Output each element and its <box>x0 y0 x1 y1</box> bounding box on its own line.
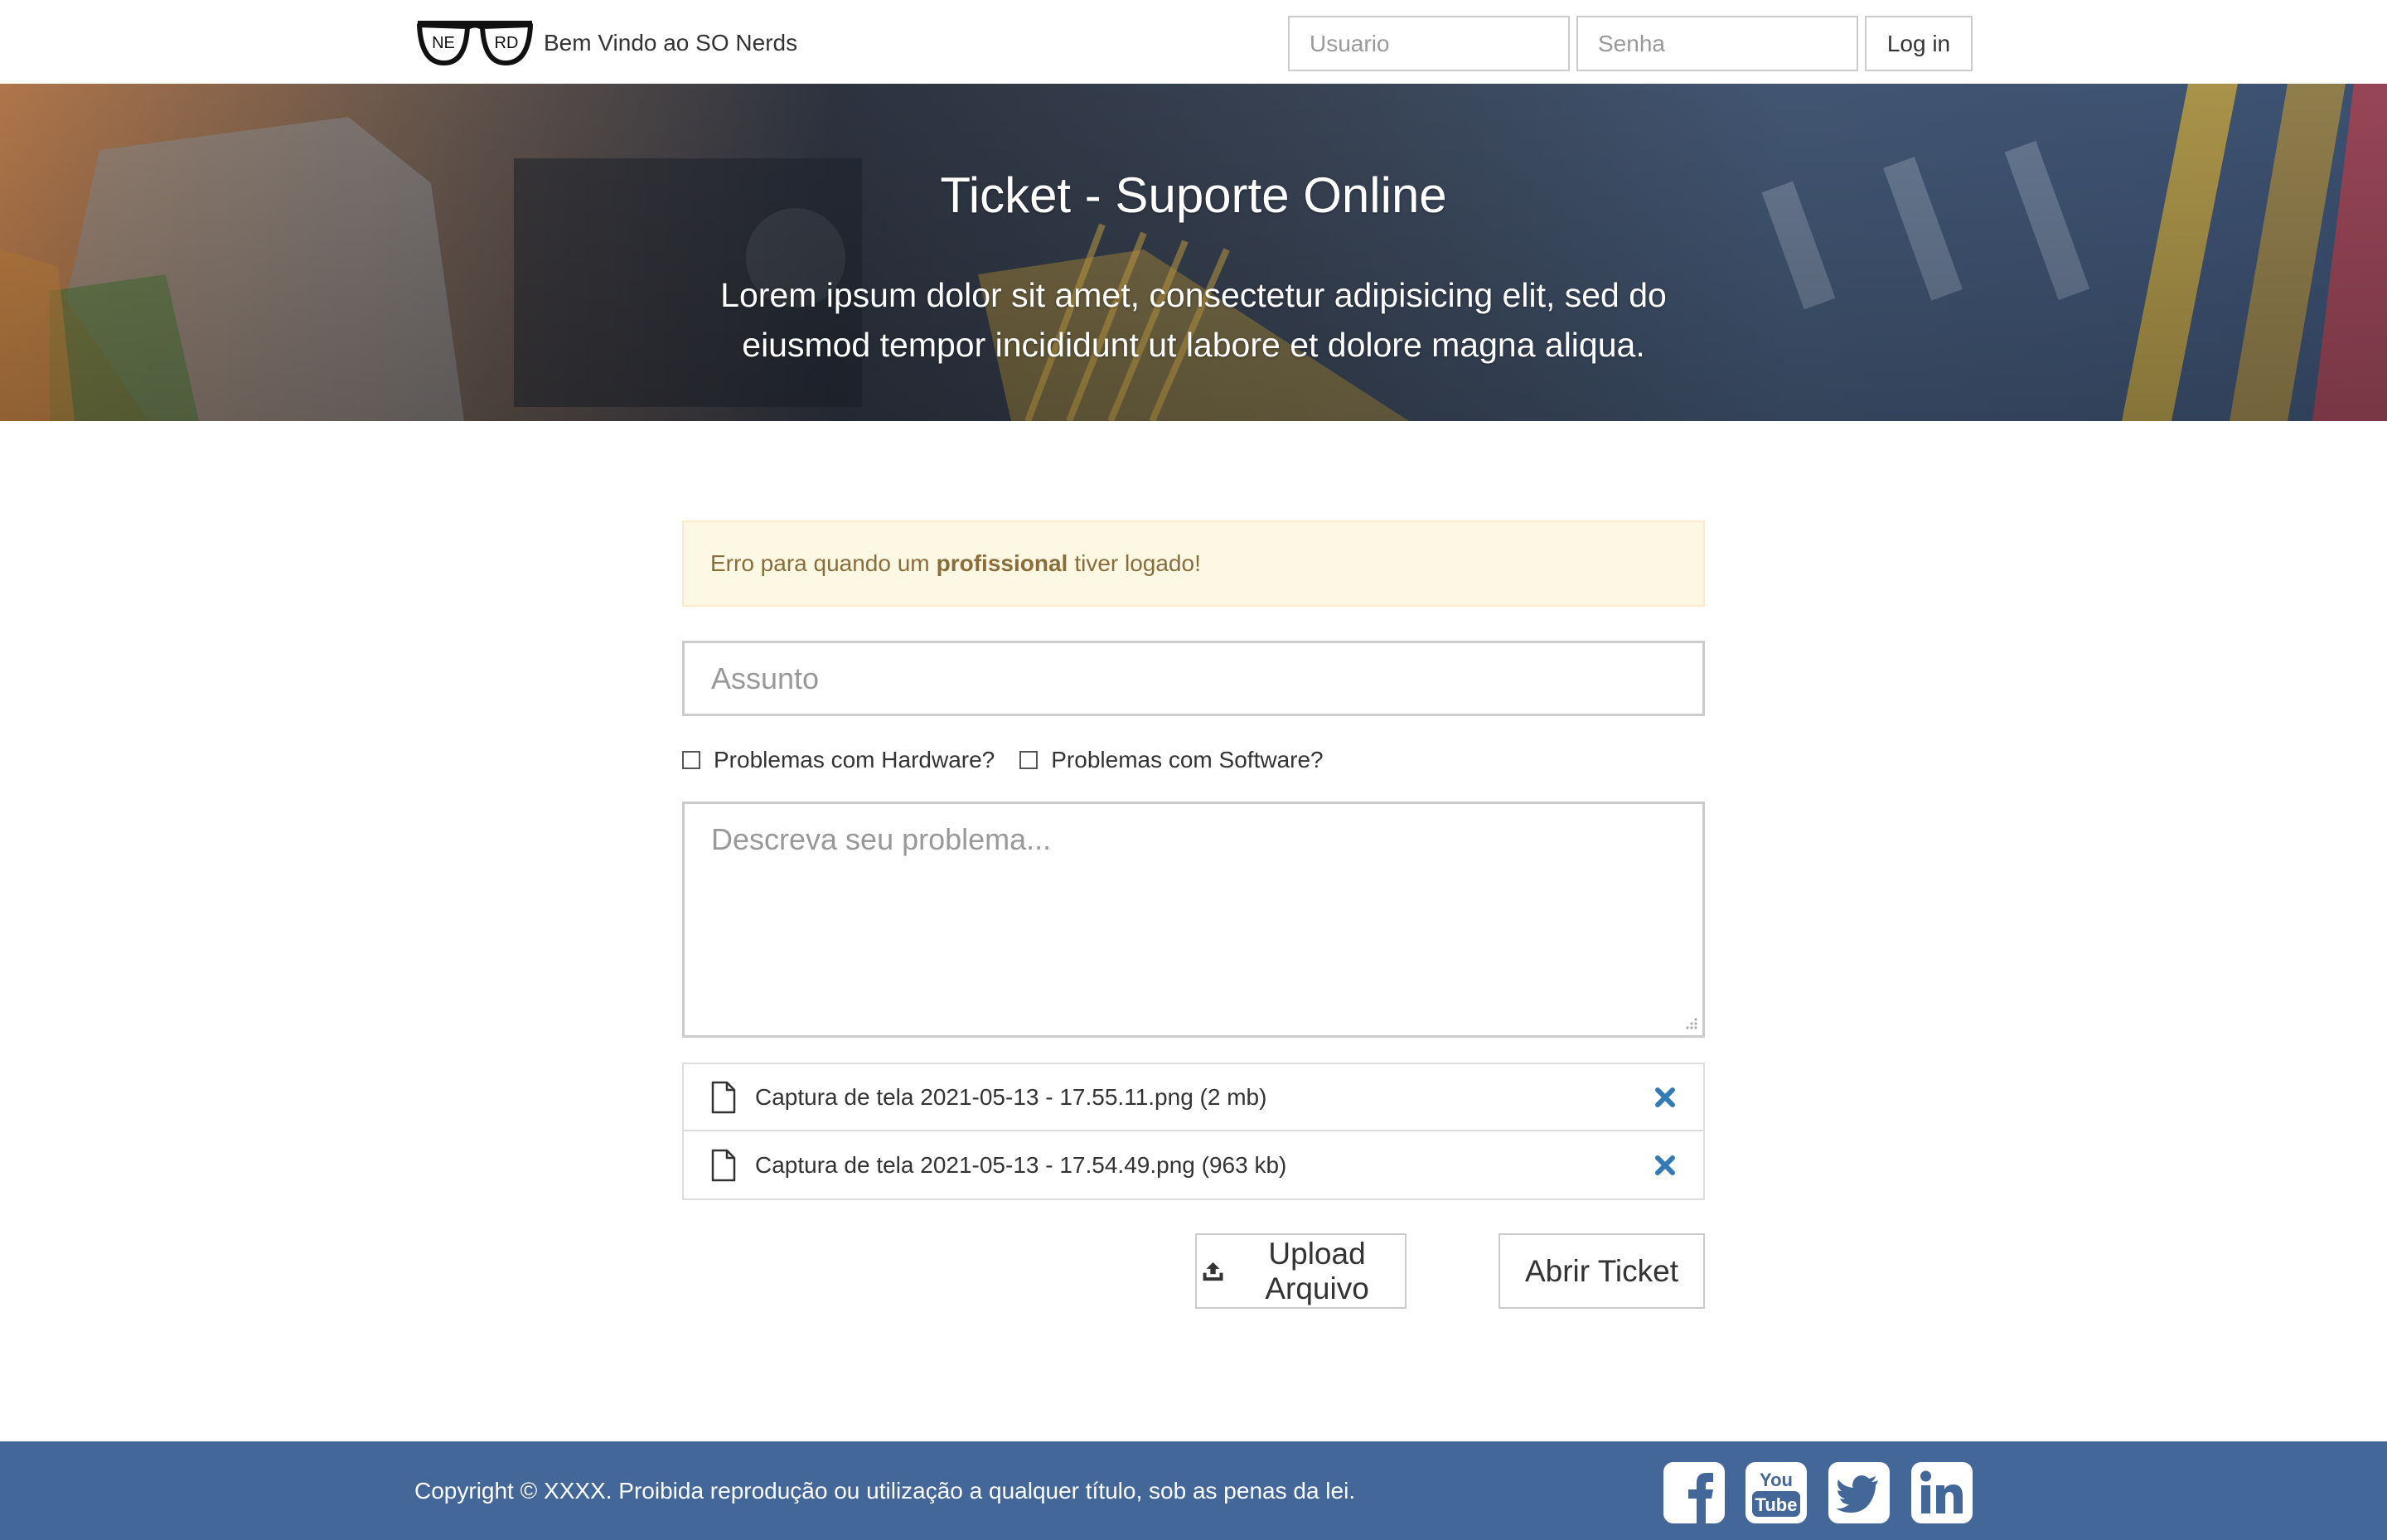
remove-file-icon[interactable] <box>1653 1154 1677 1177</box>
youtube-icon-text-top: You <box>1760 1470 1793 1490</box>
remove-file-icon[interactable] <box>1653 1086 1677 1109</box>
hardware-checkbox-label: Problemas com Hardware? <box>714 747 995 772</box>
facebook-icon[interactable] <box>1663 1462 1725 1523</box>
twitter-icon[interactable] <box>1828 1462 1890 1523</box>
upload-icon <box>1203 1262 1223 1281</box>
resize-grip-icon[interactable] <box>1683 1015 1699 1031</box>
file-icon <box>711 1149 736 1181</box>
warning-alert: Erro para quando um profissional tiver l… <box>682 521 1705 607</box>
open-ticket-button[interactable]: Abrir Ticket <box>1499 1233 1705 1309</box>
hero-banner: Ticket - Suporte Online Lorem ipsum dolo… <box>0 84 2387 421</box>
checkbox-box[interactable] <box>1019 751 1039 769</box>
youtube-icon-text-bottom: Tube <box>1755 1494 1798 1515</box>
copyright-text: Copyright © XXXX. Proibida reprodução ou… <box>414 1477 1356 1504</box>
login-button[interactable]: Log in <box>1865 16 1973 71</box>
youtube-icon[interactable]: You Tube <box>1745 1462 1807 1523</box>
software-checkbox-label: Problemas com Software? <box>1051 747 1324 772</box>
hero-subtitle: Lorem ipsum dolor sit amet, consectetur … <box>720 276 1667 364</box>
alert-text-after: tiver logado! <box>1074 550 1201 576</box>
footer: Copyright © XXXX. Proibida reprodução ou… <box>0 1441 2387 1540</box>
alert-text-bold: profissional <box>936 550 1068 576</box>
hero-background-image <box>0 84 2387 421</box>
hero-title: Ticket - Suporte Online <box>940 167 1447 223</box>
attached-files-list: Captura de tela 2021-05-13 - 17.55.11.pn… <box>682 1063 1705 1200</box>
alert-text-before: Erro para quando um <box>710 550 930 576</box>
description-textarea[interactable] <box>682 801 1705 1038</box>
file-list-item: Captura de tela 2021-05-13 - 17.54.49.pn… <box>682 1131 1705 1200</box>
upload-file-button[interactable]: Upload Arquivo <box>1195 1233 1407 1309</box>
brand[interactable]: NE RD Bem Vindo ao SO Nerds <box>414 18 797 68</box>
hardware-checkbox[interactable]: Problemas com Hardware? <box>682 747 995 773</box>
glasses-logo-icon: NE RD <box>417 21 533 65</box>
linkedin-icon[interactable] <box>1911 1462 1973 1523</box>
navbar: NE RD Bem Vindo ao SO Nerds Log in <box>0 0 2387 85</box>
upload-button-label: Upload Arquivo <box>1265 1236 1369 1305</box>
file-name: Captura de tela 2021-05-13 - 17.55.11.pn… <box>755 1083 1267 1110</box>
file-icon <box>711 1081 736 1113</box>
checkbox-box[interactable] <box>682 751 700 769</box>
brand-text: Bem Vindo ao SO Nerds <box>544 30 798 56</box>
username-input[interactable] <box>1288 16 1570 71</box>
subject-input[interactable] <box>682 641 1705 716</box>
file-list-item: Captura de tela 2021-05-13 - 17.55.11.pn… <box>682 1063 1705 1131</box>
logo-letters-left: NE <box>432 34 455 52</box>
file-name: Captura de tela 2021-05-13 - 17.54.49.pn… <box>755 1151 1287 1178</box>
problem-type-checkboxes: Problemas com Hardware? Problemas com So… <box>682 745 1348 775</box>
password-input[interactable] <box>1576 16 1858 71</box>
software-checkbox[interactable]: Problemas com Software? <box>1019 747 1324 773</box>
logo-letters-right: RD <box>495 34 519 52</box>
